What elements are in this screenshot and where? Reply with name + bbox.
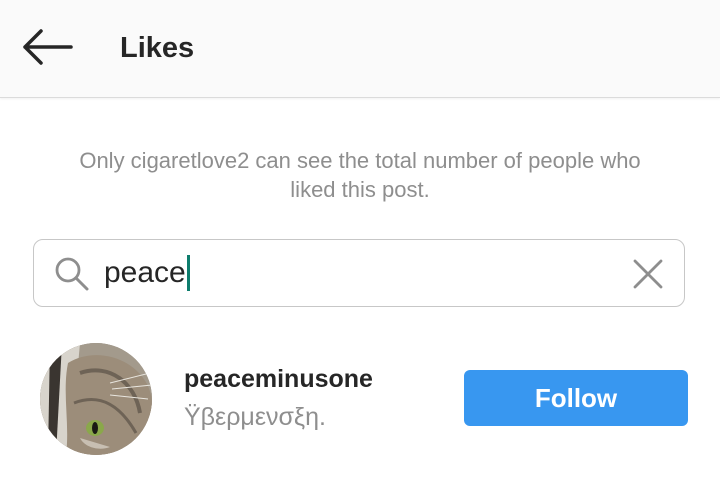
cat-photo-icon [40,343,152,455]
username[interactable]: peaceminusone [184,365,373,394]
search-input[interactable]: peace [104,251,624,295]
full-name: Ϋβερμενσξη. [184,403,326,431]
search-input-value: peace [104,256,186,289]
privacy-notice: Only cigaretlove2 can see the total numb… [79,148,641,202]
page-title: Likes [120,32,195,64]
search-icon [55,257,89,291]
back-button[interactable] [18,24,76,70]
text-caret [186,255,190,291]
arrow-left-icon [23,29,73,65]
search-bar[interactable]: peace [33,239,685,307]
list-item[interactable]: peaceminusone Ϋβερμενσξη. Follow [0,335,720,465]
app-header: Likes [0,0,720,98]
follow-button[interactable]: Follow [464,370,688,426]
close-icon[interactable] [630,256,666,292]
avatar[interactable] [40,343,152,455]
